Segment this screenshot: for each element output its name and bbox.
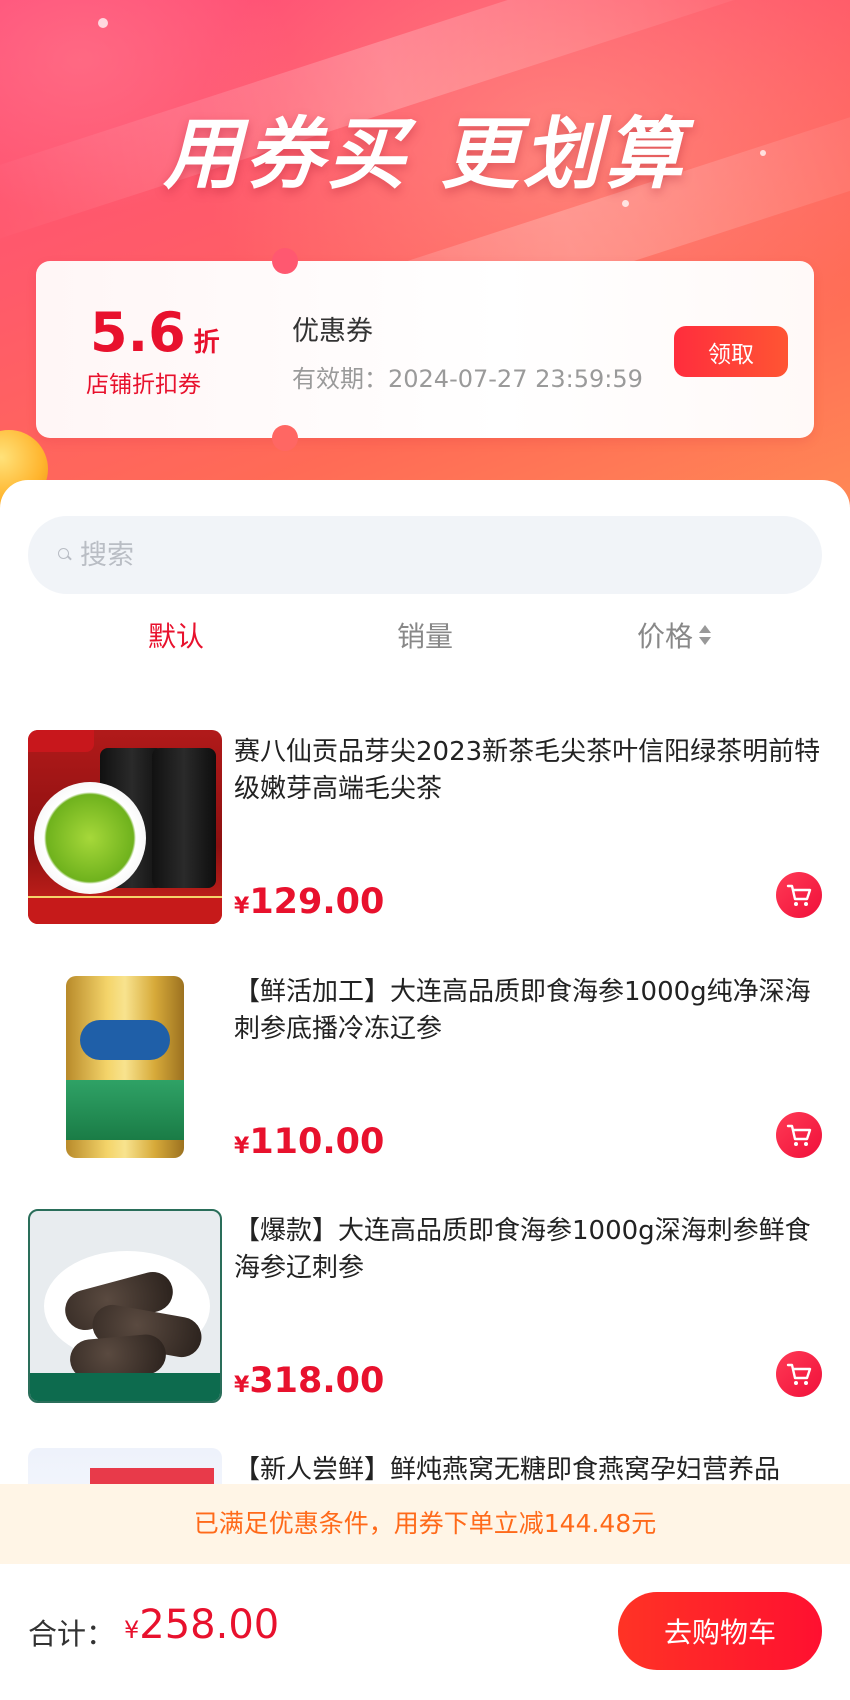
- total-value: 258.00: [139, 1602, 280, 1648]
- total-currency: ¥: [124, 1616, 140, 1644]
- sort-arrows-icon: [699, 621, 711, 649]
- claim-coupon-button[interactable]: 领取: [674, 326, 788, 377]
- tab-sales[interactable]: 销量: [325, 612, 525, 662]
- add-to-cart-button[interactable]: [776, 872, 822, 918]
- price-currency: ¥: [234, 894, 250, 919]
- search-bar[interactable]: [28, 516, 822, 594]
- sparkle-icon: [98, 18, 108, 28]
- coupon-notch: [272, 248, 298, 274]
- product-title[interactable]: 赛八仙贡品芽尖2023新茶毛尖茶叶信阳绿茶明前特级嫩芽高端毛尖茶: [234, 734, 824, 808]
- tab-default[interactable]: 默认: [76, 612, 276, 662]
- product-image[interactable]: [28, 730, 222, 924]
- price-amount: 110.00: [249, 1122, 385, 1162]
- coupon-name: 优惠券: [292, 316, 373, 347]
- product-image[interactable]: [28, 1209, 222, 1403]
- total-label: 合计：: [28, 1617, 116, 1651]
- authentic-badge: [28, 730, 94, 752]
- hero-banner: 用券买 更划算: [0, 0, 850, 520]
- search-input[interactable]: [80, 539, 780, 571]
- sort-tabs: 默认 销量 价格: [0, 612, 850, 662]
- coupon-type: 店铺折扣券: [86, 372, 201, 398]
- product-item[interactable]: 【新人尝鲜】鲜炖燕窝无糖即食燕窝孕妇营养品: [0, 1448, 850, 1484]
- search-icon: [58, 548, 72, 562]
- coupon-card: 5.6 折 店铺折扣券 优惠券 有效期：2024-07-27 23:59:59 领…: [36, 248, 814, 451]
- image-banner: [28, 896, 222, 924]
- product-title[interactable]: 【新人尝鲜】鲜炖燕窝无糖即食燕窝孕妇营养品: [234, 1452, 824, 1484]
- product-item[interactable]: 赛八仙贡品芽尖2023新茶毛尖茶叶信阳绿茶明前特级嫩芽高端毛尖茶 ¥129.00: [0, 730, 850, 930]
- image-banner: [90, 1468, 214, 1484]
- tab-price[interactable]: 价格: [574, 612, 774, 662]
- product-price: ¥110.00: [234, 1122, 384, 1162]
- product-item[interactable]: 【爆款】大连高品质即食海参1000g深海刺参鲜食海参辽刺参 ¥318.00: [0, 1209, 850, 1409]
- price-amount: 318.00: [249, 1361, 385, 1401]
- product-title[interactable]: 【鲜活加工】大连高品质即食海参1000g纯净深海刺参底播冷冻辽参: [234, 974, 824, 1048]
- image-banner: [30, 1373, 220, 1401]
- discount-value: 5.6: [90, 301, 186, 364]
- product-image[interactable]: [28, 970, 222, 1164]
- add-to-cart-button[interactable]: [776, 1112, 822, 1158]
- add-to-cart-button[interactable]: [776, 1351, 822, 1397]
- tab-sales-label: 销量: [396, 620, 453, 653]
- cart-icon: [786, 884, 812, 906]
- discount-notice: 已满足优惠条件，用券下单立减144.48元: [0, 1484, 850, 1564]
- coupon-validity: 有效期：2024-07-27 23:59:59: [292, 365, 643, 393]
- product-price: ¥318.00: [234, 1361, 384, 1401]
- price-currency: ¥: [234, 1134, 250, 1159]
- product-image[interactable]: [28, 1448, 222, 1484]
- price-currency: ¥: [234, 1373, 250, 1398]
- total-amount: ¥258.00: [124, 1602, 279, 1648]
- go-to-cart-button[interactable]: 去购物车: [618, 1592, 822, 1670]
- milk-tin-image: [66, 976, 184, 1158]
- hero-title: 用券买 更划算: [163, 110, 687, 200]
- tab-price-label: 价格: [636, 620, 693, 653]
- tab-default-label: 默认: [147, 620, 204, 653]
- coupon-notch: [272, 425, 298, 451]
- coupon-discount: 5.6 折: [90, 301, 220, 364]
- discount-unit: 折: [193, 328, 220, 358]
- price-amount: 129.00: [249, 882, 385, 922]
- tea-can-image: [152, 748, 216, 888]
- cart-icon: [786, 1363, 812, 1385]
- product-price: ¥129.00: [234, 882, 384, 922]
- tea-bowl-image: [34, 782, 146, 894]
- product-title[interactable]: 【爆款】大连高品质即食海参1000g深海刺参鲜食海参辽刺参: [234, 1213, 824, 1287]
- product-item[interactable]: 【鲜活加工】大连高品质即食海参1000g纯净深海刺参底播冷冻辽参 ¥110.00: [0, 970, 850, 1170]
- checkout-footer: 合计： ¥258.00 去购物车: [0, 1564, 850, 1700]
- cart-icon: [786, 1124, 812, 1146]
